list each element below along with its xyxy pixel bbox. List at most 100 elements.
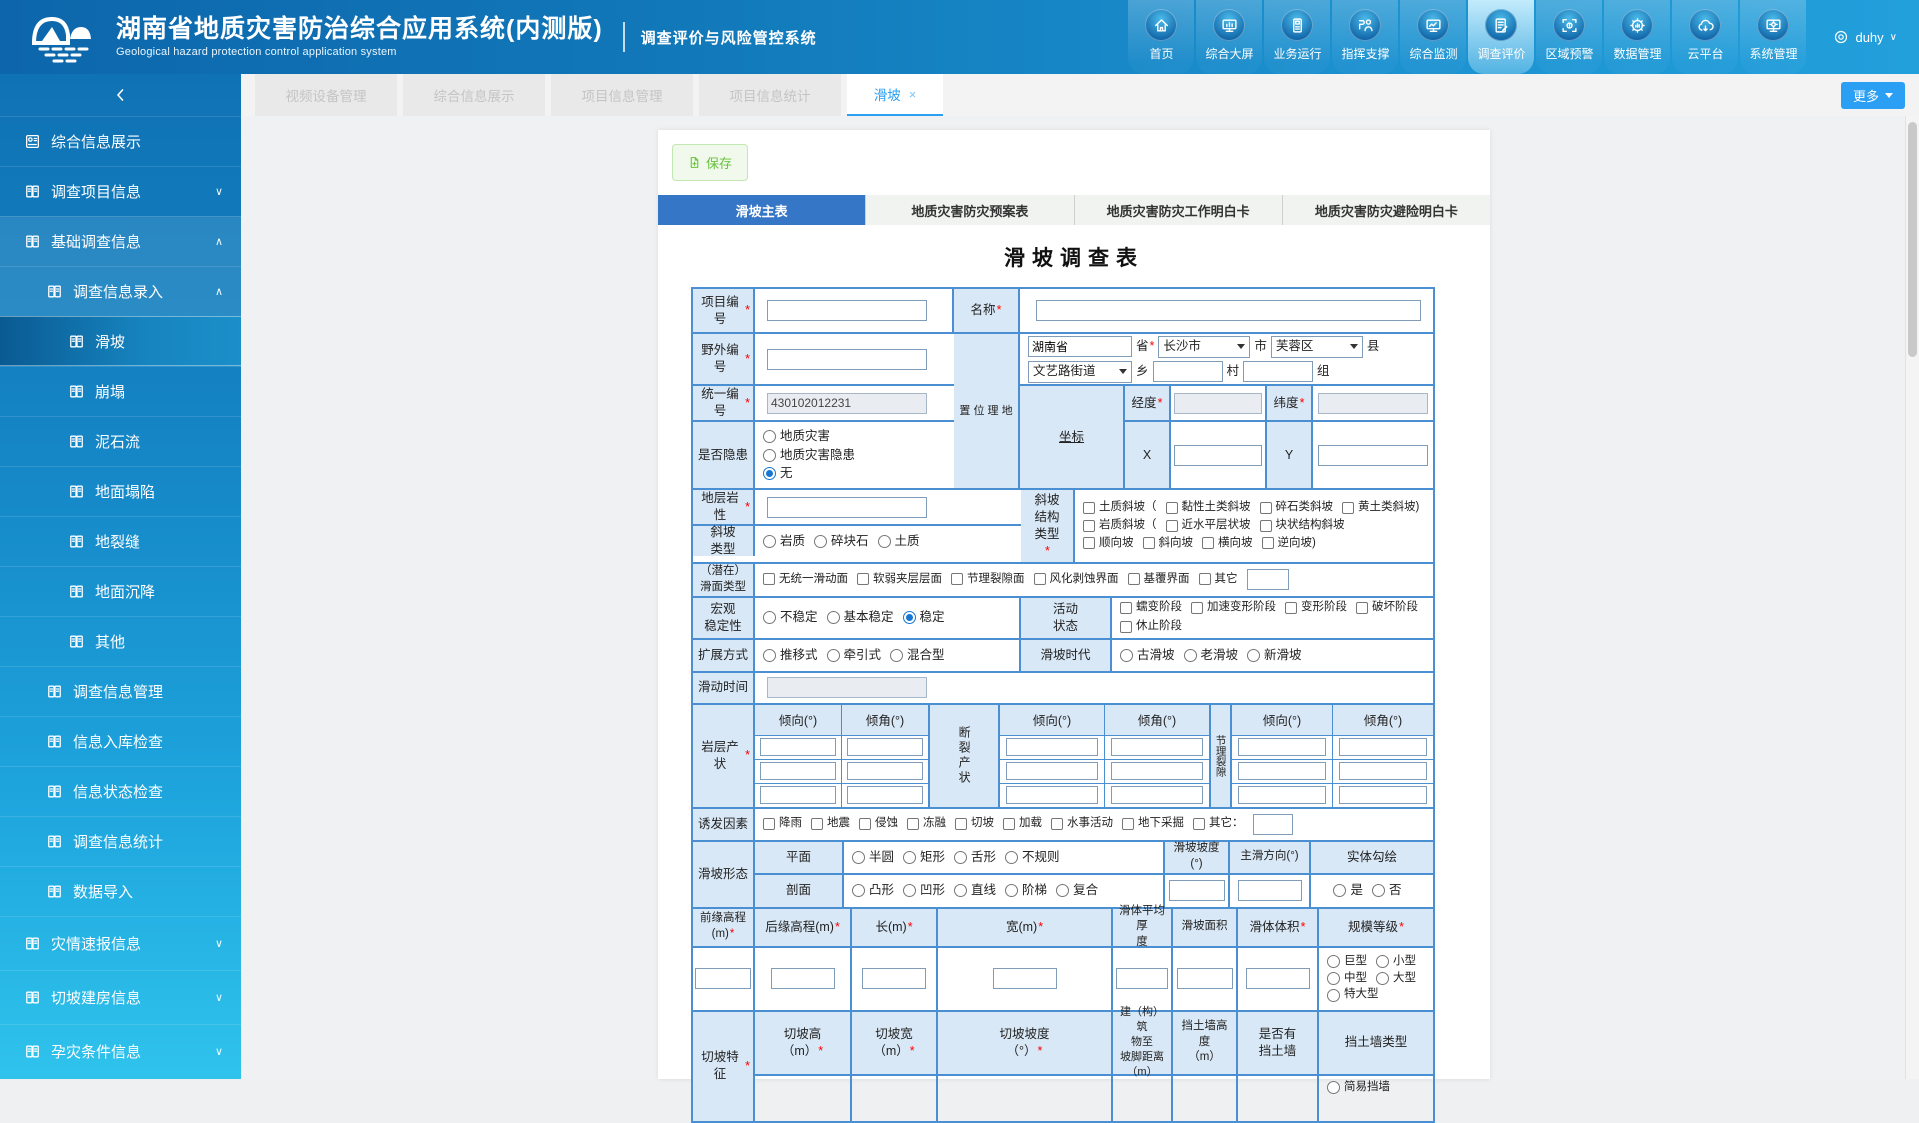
checkbox-icon[interactable] bbox=[763, 818, 775, 830]
checkbox-option[interactable]: 无统一滑动面 bbox=[763, 572, 848, 588]
checkbox-option[interactable]: 蠕变阶段 bbox=[1120, 600, 1182, 616]
radio-option[interactable]: 复合 bbox=[1056, 882, 1098, 899]
nav-item-business[interactable]: 业务运行 bbox=[1264, 0, 1330, 74]
volume-input[interactable] bbox=[1246, 968, 1310, 989]
checkbox-icon[interactable] bbox=[1083, 502, 1095, 514]
radio-option[interactable]: 否 bbox=[1372, 882, 1402, 899]
checkbox-icon[interactable] bbox=[1120, 621, 1132, 633]
radio-icon[interactable] bbox=[814, 535, 827, 548]
radio-option[interactable]: 老滑坡 bbox=[1184, 647, 1239, 664]
checkbox-icon[interactable] bbox=[1260, 520, 1272, 532]
sidebar-item-landslide[interactable]: 滑坡 bbox=[0, 316, 241, 366]
checkbox-option[interactable]: 其它： bbox=[1193, 816, 1244, 832]
rock-dip-dir-input[interactable] bbox=[760, 738, 835, 756]
checkbox-option[interactable]: 顺向坡 bbox=[1083, 536, 1134, 552]
province-input[interactable] bbox=[1028, 336, 1132, 357]
radio-option[interactable]: 小型 bbox=[1376, 954, 1416, 970]
radio-option[interactable]: 巨型 bbox=[1327, 954, 1367, 970]
sidebar-item-data-import[interactable]: 数据导入 bbox=[0, 866, 241, 916]
radio-icon[interactable] bbox=[763, 649, 776, 662]
checkbox-option[interactable]: 斜向坡 bbox=[1143, 536, 1194, 552]
x-input[interactable] bbox=[1174, 445, 1262, 466]
radio-icon[interactable] bbox=[763, 430, 776, 443]
checkbox-icon[interactable] bbox=[951, 573, 963, 585]
checkbox-option[interactable]: 逆向坡) bbox=[1262, 536, 1316, 552]
vertical-scrollbar[interactable] bbox=[1905, 116, 1919, 1079]
nav-item-cloud[interactable]: 云平台 bbox=[1672, 0, 1738, 74]
front-elev-input[interactable] bbox=[695, 968, 751, 989]
checkbox-icon[interactable] bbox=[1260, 502, 1272, 514]
inducing-other-input[interactable] bbox=[1253, 814, 1293, 835]
tab-project-mgmt[interactable]: 项目信息管理 bbox=[551, 74, 693, 116]
nav-item-system[interactable]: 系统管理 bbox=[1740, 0, 1806, 74]
radio-option[interactable]: 土质 bbox=[878, 533, 920, 550]
county-select[interactable]: 芙蓉区 bbox=[1271, 336, 1363, 358]
radio-icon[interactable] bbox=[1056, 884, 1069, 897]
sidebar-item-collapse[interactable]: 崩塌 bbox=[0, 366, 241, 416]
radio-icon[interactable] bbox=[1327, 1081, 1340, 1094]
joint-dip-angle-input[interactable] bbox=[1339, 738, 1427, 756]
radio-icon[interactable] bbox=[852, 851, 865, 864]
fault-dip-angle-input[interactable] bbox=[1111, 762, 1203, 780]
radio-option[interactable]: 阶梯 bbox=[1005, 882, 1047, 899]
sidebar-item-survey-info-entry[interactable]: 调查信息录入∧ bbox=[0, 266, 241, 316]
rock-dip-dir-input[interactable] bbox=[760, 786, 835, 804]
field-no-input[interactable] bbox=[767, 349, 927, 370]
radio-icon[interactable] bbox=[763, 611, 776, 624]
radio-option[interactable]: 特大型 bbox=[1327, 987, 1379, 1003]
form-tab-landslide-main[interactable]: 滑坡主表 bbox=[658, 195, 866, 225]
checkbox-option[interactable]: 土质斜坡（ bbox=[1083, 500, 1157, 516]
checkbox-icon[interactable] bbox=[1202, 537, 1214, 549]
radio-option[interactable]: 矩形 bbox=[903, 849, 945, 866]
radio-icon[interactable] bbox=[903, 611, 916, 624]
fault-dip-angle-input[interactable] bbox=[1111, 786, 1203, 804]
checkbox-icon[interactable] bbox=[1199, 573, 1211, 585]
project-no-input[interactable] bbox=[767, 300, 927, 321]
village-input[interactable] bbox=[1153, 361, 1223, 382]
checkbox-icon[interactable] bbox=[1083, 537, 1095, 549]
checkbox-icon[interactable] bbox=[1342, 502, 1354, 514]
checkbox-option[interactable]: 其它 bbox=[1199, 572, 1238, 588]
radio-option[interactable]: 中型 bbox=[1327, 971, 1367, 987]
checkbox-option[interactable]: 加速变形阶段 bbox=[1191, 600, 1276, 616]
main-dir-input[interactable] bbox=[1238, 880, 1302, 901]
sidebar-item-survey-info-stats[interactable]: 调查信息统计 bbox=[0, 816, 241, 866]
checkbox-icon[interactable] bbox=[955, 818, 967, 830]
radio-option[interactable]: 不规则 bbox=[1005, 849, 1060, 866]
nav-item-data[interactable]: 数据管理 bbox=[1604, 0, 1670, 74]
checkbox-option[interactable]: 侵蚀 bbox=[859, 816, 898, 832]
checkbox-icon[interactable] bbox=[857, 573, 869, 585]
radio-icon[interactable] bbox=[1372, 884, 1385, 897]
joint-dip-dir-input[interactable] bbox=[1238, 786, 1326, 804]
checkbox-icon[interactable] bbox=[1166, 520, 1178, 532]
radio-icon[interactable] bbox=[1333, 884, 1346, 897]
user-menu[interactable]: duhy ∨ bbox=[1833, 29, 1897, 45]
sidebar-item-ground-subsidence[interactable]: 地面沉降 bbox=[0, 566, 241, 616]
checkbox-option[interactable]: 近水平层状坡 bbox=[1166, 518, 1251, 534]
sidebar-item-ground-collapse[interactable]: 地面塌陷 bbox=[0, 466, 241, 516]
radio-icon[interactable] bbox=[1120, 649, 1133, 662]
checkbox-option[interactable]: 休止阶段 bbox=[1120, 619, 1182, 635]
sidebar-item-info-display[interactable]: 综合信息展示 bbox=[0, 116, 241, 166]
radio-icon[interactable] bbox=[954, 851, 967, 864]
checkbox-option[interactable]: 节理裂隙面 bbox=[951, 572, 1025, 588]
checkbox-icon[interactable] bbox=[1166, 502, 1178, 514]
radio-icon[interactable] bbox=[763, 467, 776, 480]
radio-option[interactable]: 凸形 bbox=[852, 882, 894, 899]
nav-item-survey[interactable]: 调查评价 bbox=[1468, 0, 1534, 74]
radio-icon[interactable] bbox=[763, 535, 776, 548]
rock-dip-angle-input[interactable] bbox=[847, 738, 922, 756]
checkbox-icon[interactable] bbox=[1122, 818, 1134, 830]
tab-video-devices[interactable]: 视频设备管理 bbox=[255, 74, 397, 116]
radio-option[interactable]: 半圆 bbox=[852, 849, 894, 866]
radio-icon[interactable] bbox=[1184, 649, 1197, 662]
checkbox-icon[interactable] bbox=[1193, 818, 1205, 830]
radio-option[interactable]: 新滑坡 bbox=[1247, 647, 1302, 664]
tab-info-display[interactable]: 综合信息展示 bbox=[403, 74, 545, 116]
radio-icon[interactable] bbox=[1376, 972, 1389, 985]
nav-item-bigscreen[interactable]: 综合大屏 bbox=[1196, 0, 1262, 74]
radio-icon[interactable] bbox=[903, 884, 916, 897]
checkbox-option[interactable]: 冻融 bbox=[907, 816, 946, 832]
radio-icon[interactable] bbox=[763, 449, 776, 462]
radio-option[interactable]: 混合型 bbox=[890, 647, 945, 664]
